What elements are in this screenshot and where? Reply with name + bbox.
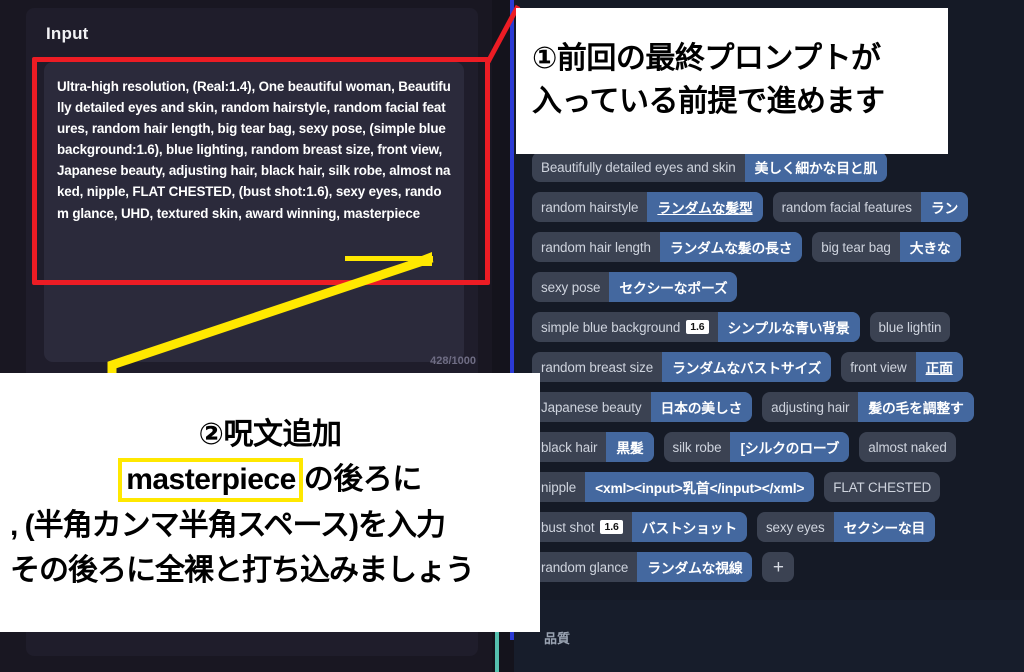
prompt-textarea[interactable]: Ultra-high resolution, (Real:1.4), One b… <box>44 62 464 362</box>
tag-chip-ja-label: 黒髪 <box>606 432 654 462</box>
input-panel-title: Input <box>46 24 89 43</box>
tag-chip[interactable]: big tear bag 大きな <box>812 232 961 262</box>
tag-chip-ja-label: 髪の毛を調整す <box>858 392 974 422</box>
screenshot-root: Input Ultra-high resolution, (Real:1.4),… <box>0 0 1024 672</box>
tag-chip-row: sexy pose セクシーなポーズ <box>532 270 1024 304</box>
callout-2-line-2: masterpiece の後ろに <box>10 457 530 503</box>
prompt-text: Ultra-high resolution, (Real:1.4), One b… <box>57 79 451 221</box>
tag-chip-ja-label: セクシーなポーズ <box>609 272 738 302</box>
tag-chip[interactable]: silk robe [シルクのローブ <box>663 432 850 462</box>
tag-chip-weight-badge[interactable]: 1.6 <box>686 319 709 335</box>
tag-chip-ja-label: 美しく細かな目と肌 <box>744 152 887 182</box>
tag-chip-row: Japanese beauty 日本の美しさ adjusting hair 髪の毛を調… <box>532 390 1024 424</box>
tag-chip[interactable]: random hairstyle ランダムな髪型 <box>532 192 763 222</box>
tag-chip[interactable]: random facial features ラン <box>772 192 969 222</box>
tag-chip-en-label: sexy eyes <box>765 519 825 535</box>
tag-chip-en-label: random breast size <box>541 359 654 375</box>
tag-chip-ja-label: 正面 <box>915 352 963 382</box>
tag-chip-en-label: sexy pose <box>541 279 601 295</box>
panel-divider-teal <box>495 628 499 672</box>
tag-chip[interactable]: Beautifully detailed eyes and skin 美しく細かな… <box>532 152 887 182</box>
tag-chip-en-label: blue lightin <box>878 319 942 335</box>
tag-chip-row: random hair length ランダムな髪の長さ big tear bag 大… <box>532 230 1024 264</box>
tag-chip-en-label: Beautifully detailed eyes and skin <box>541 159 736 175</box>
tag-chip-row: random glance ランダムな視線 + <box>532 550 1024 584</box>
tag-chip[interactable]: black hair 黒髪 <box>532 432 654 462</box>
callout-2-line-2-rest: の後ろに <box>303 463 423 497</box>
tag-chip-ja-label: セクシーな目 <box>833 512 936 542</box>
masterpiece-underline <box>345 256 433 261</box>
tag-chip-en-label: big tear bag <box>821 239 891 255</box>
tag-chip-en-label: random glance <box>541 559 629 575</box>
tag-chip[interactable]: random glance ランダムな視線 <box>532 552 753 582</box>
tag-chip-row: random breast size ランダムなバストサイズ front view 正… <box>532 350 1024 384</box>
tag-chip[interactable]: bust shot 1.6 バストショット <box>532 512 747 542</box>
tag-chip-en-label: black hair <box>541 439 598 455</box>
callout-1-line-1: ①前回の最終プロンプトが <box>532 42 881 76</box>
quality-label: 品質 <box>544 631 571 646</box>
tag-chip-en-label: front view <box>850 359 907 375</box>
tag-chip-ja-label: 日本の美しさ <box>650 392 753 422</box>
tag-chip-ja-label: ランダムな視線 <box>637 552 753 582</box>
tag-chip-en-label: random facial features <box>781 199 912 215</box>
tag-chip-ja-label: シンプルな青い背景 <box>717 312 860 342</box>
tag-chip-ja-label: <xml><input>乳首</input></xml> <box>585 472 815 502</box>
tag-chip-en-label: almost naked <box>868 439 947 455</box>
tag-chip-row: bust shot 1.6 バストショット sexy eyes セクシーな目 <box>532 510 1024 544</box>
tag-chip-ja-label: ランダムな髪の長さ <box>659 232 803 262</box>
quality-section: 品質 <box>514 600 1024 672</box>
add-tag-button[interactable]: + <box>762 552 795 582</box>
tag-chip-ja-label: 大きな <box>899 232 961 262</box>
callout-2-heading: ②呪文追加 <box>198 418 342 452</box>
tag-chip-row: nipple <xml><input>乳首</input></xml> FLAT C… <box>532 470 1024 504</box>
tag-chip-row: random hairstyle ランダムな髪型 random facial fea… <box>532 190 1024 224</box>
tag-chip-weight-badge[interactable]: 1.6 <box>600 519 623 535</box>
tag-chip-en-label: random hairstyle <box>541 199 639 215</box>
tag-chip-ja-label: バストショット <box>631 512 747 542</box>
tag-chip-en-label: random hair length <box>541 239 651 255</box>
tag-chip-ja-label: ランダムなバストサイズ <box>662 352 832 382</box>
tag-chip-en-label: Japanese beauty <box>541 399 642 415</box>
tag-chip[interactable]: blue lightin <box>869 312 951 342</box>
tag-chip-row: black hair 黒髪 silk robe [シルクのローブ almost nake… <box>532 430 1024 464</box>
callout-2-highlight-word: masterpiece <box>118 458 303 502</box>
annotation-callout-2: ②呪文追加 masterpiece の後ろに , (半角カンマ半角スペース)を入力… <box>0 373 540 632</box>
tag-chip-en-label: simple blue background 1.6 <box>532 312 718 342</box>
tag-chip-row: simple blue background 1.6 シンプルな青い背景 blue l… <box>532 310 1024 344</box>
tag-chip-row: Beautifully detailed eyes and skin 美しく細かな… <box>532 150 1024 184</box>
tag-chip-ja-label: [シルクのローブ <box>730 432 850 462</box>
tag-chip-en-label: FLAT CHESTED <box>833 479 932 495</box>
tag-chip[interactable]: FLAT CHESTED <box>824 472 941 502</box>
tag-chip-en-label: bust shot 1.6 <box>532 512 632 542</box>
tag-chip[interactable]: random breast size ランダムなバストサイズ <box>532 352 832 382</box>
tag-chip-ja-label: ラン <box>920 192 969 222</box>
callout-2-line-4: その後ろに全裸と打ち込みましょう <box>10 553 475 587</box>
tag-chip[interactable]: adjusting hair 髪の毛を調整す <box>762 392 974 422</box>
tag-chip[interactable]: sexy pose セクシーなポーズ <box>532 272 738 302</box>
annotation-callout-1: ①前回の最終プロンプトが 入っている前提で進めます <box>516 8 948 154</box>
tag-chip[interactable]: almost naked <box>859 432 956 462</box>
tag-chip[interactable]: Japanese beauty 日本の美しさ <box>532 392 753 422</box>
character-counter: 428/1000 <box>430 355 476 367</box>
tag-chip-en-label: silk robe <box>672 439 722 455</box>
tag-chip[interactable]: nipple <xml><input>乳首</input></xml> <box>532 472 815 502</box>
callout-2-line-3: , (半角カンマ半角スペース)を入力 <box>10 508 446 542</box>
tag-chip-en-label: adjusting hair <box>771 399 850 415</box>
tag-chip[interactable]: front view 正面 <box>841 352 963 382</box>
callout-1-line-2: 入っている前提で進めます <box>532 85 885 118</box>
tag-chip[interactable]: simple blue background 1.6 シンプルな青い背景 <box>532 312 860 342</box>
tag-chip[interactable]: random hair length ランダムな髪の長さ <box>532 232 803 262</box>
tag-chip[interactable]: sexy eyes セクシーな目 <box>756 512 936 542</box>
tag-chip-ja-label: ランダムな髪型 <box>647 192 763 222</box>
